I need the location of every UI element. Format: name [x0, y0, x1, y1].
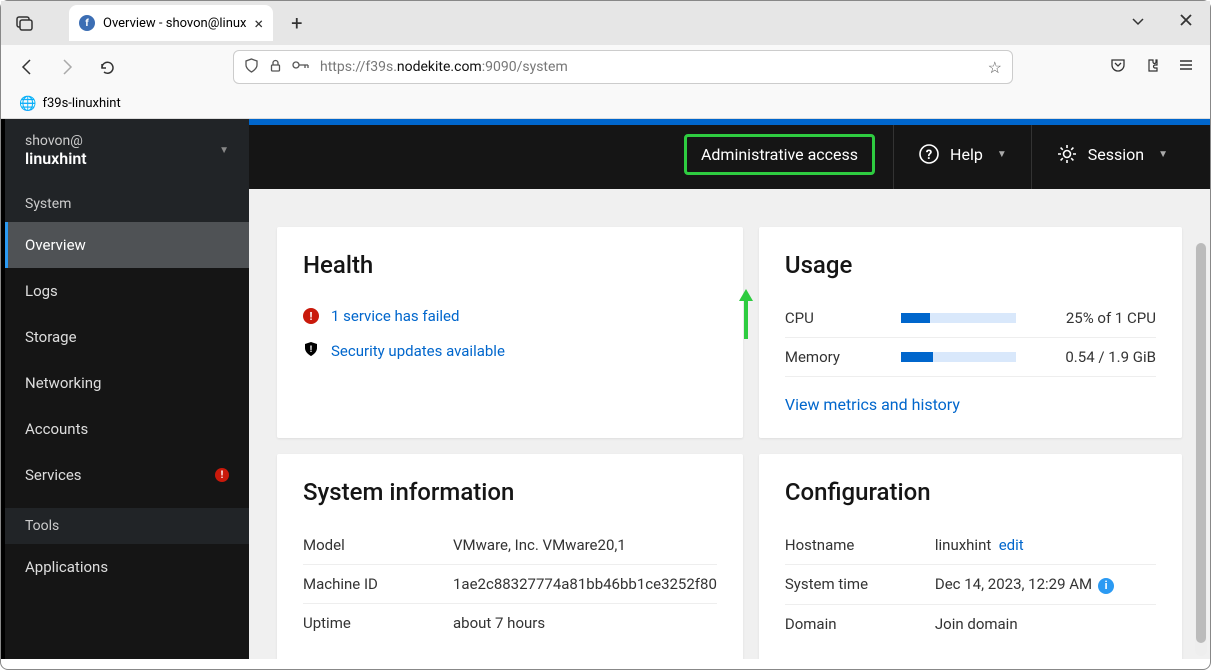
- hostname-value: linuxhint edit: [935, 536, 1156, 554]
- content: Health ! 1 service has failed ! Security…: [249, 189, 1210, 659]
- hostname-label: Hostname: [785, 536, 915, 554]
- metrics-link[interactable]: View metrics and history: [785, 395, 1156, 414]
- sidebar-host: linuxhint: [25, 149, 87, 168]
- pocket-icon[interactable]: [1110, 57, 1126, 77]
- accent-strip: [249, 119, 1210, 125]
- chevron-down-icon: ▼: [997, 149, 1007, 160]
- health-failed-link[interactable]: 1 service has failed: [331, 307, 459, 325]
- help-icon: ?: [918, 143, 940, 165]
- url-text: https://f39s.nodekite.com:9090/system: [320, 59, 978, 75]
- gear-icon: [1056, 143, 1078, 165]
- config-card: Configuration Hostname linuxhint edit Sy…: [759, 454, 1182, 659]
- minimize-icon[interactable]: [1131, 14, 1145, 32]
- cpu-label: CPU: [785, 309, 885, 327]
- chevron-down-icon: ▼: [219, 145, 229, 156]
- join-domain-link[interactable]: Join domain: [935, 615, 1156, 633]
- info-label: Uptime: [303, 614, 433, 632]
- fedora-icon: f: [79, 15, 95, 31]
- memory-progress: [901, 352, 1016, 362]
- edit-hostname-link[interactable]: edit: [999, 536, 1024, 554]
- bookmark-star-icon[interactable]: ☆: [988, 58, 1002, 77]
- back-button[interactable]: [13, 53, 41, 81]
- tab-title: Overview - shovon@linux: [103, 16, 247, 31]
- url-bar: https://f39s.nodekite.com:9090/system ☆: [1, 45, 1210, 89]
- sidebar-item-networking[interactable]: Networking: [5, 360, 249, 406]
- sidebar-item-storage[interactable]: Storage: [5, 314, 249, 360]
- info-value: 1ae2c88327774a81bb46bb1ce3252f80: [453, 575, 717, 593]
- scrollbar[interactable]: [1195, 243, 1207, 656]
- systime-label: System time: [785, 575, 915, 594]
- sysinfo-title: System information: [303, 478, 717, 506]
- topbar: Administrative access ? Help ▼ Session ▼: [249, 119, 1210, 189]
- admin-access-button[interactable]: Administrative access: [684, 134, 875, 175]
- sidebar-item-logs[interactable]: Logs: [5, 268, 249, 314]
- main-area: Administrative access ? Help ▼ Session ▼…: [249, 119, 1210, 659]
- security-shield-icon: !: [303, 341, 319, 361]
- new-tab-button[interactable]: +: [291, 11, 302, 35]
- alert-badge-icon: !: [215, 468, 229, 482]
- cockpit-app: shovon@ linuxhint ▼ System Overview Logs…: [1, 119, 1210, 659]
- browser-chrome: f Overview - shovon@linux × + https://f3…: [1, 1, 1210, 119]
- menu-icon[interactable]: [1178, 57, 1194, 77]
- extensions-icon[interactable]: [1144, 57, 1160, 77]
- memory-label: Memory: [785, 348, 885, 366]
- info-value: about 7 hours: [453, 614, 717, 632]
- config-title: Configuration: [785, 478, 1156, 506]
- info-label: Machine ID: [303, 575, 433, 593]
- shield-icon: [244, 58, 259, 77]
- scrollbar-thumb[interactable]: [1196, 243, 1206, 643]
- cpu-value: 25% of 1 CPU: [1066, 309, 1156, 327]
- cpu-progress: [901, 313, 1016, 323]
- key-icon: [292, 59, 310, 75]
- usage-title: Usage: [785, 251, 1156, 279]
- globe-icon: 🌐: [19, 96, 36, 112]
- sidebar-nav: Overview Logs Storage Networking Account…: [5, 222, 249, 498]
- window-controls: [1131, 14, 1202, 32]
- bookmark-bar: 🌐 f39s-linuxhint: [1, 89, 1210, 119]
- health-security-link[interactable]: Security updates available: [331, 342, 505, 360]
- sidebar-item-services[interactable]: Services!: [5, 452, 249, 498]
- health-failed: ! 1 service has failed: [303, 299, 717, 333]
- usage-card: Usage CPU 25% of 1 CPU Memory 0.54 / 1.9…: [759, 227, 1182, 438]
- info-icon: i: [1098, 578, 1114, 594]
- session-menu[interactable]: Session ▼: [1031, 119, 1192, 189]
- svg-text:!: !: [310, 345, 312, 355]
- forward-button[interactable]: [53, 53, 81, 81]
- sidebar-header[interactable]: shovon@ linuxhint ▼: [5, 119, 249, 186]
- browser-tab[interactable]: f Overview - shovon@linux ×: [69, 5, 273, 41]
- sysinfo-card: System information Model VMware, Inc. VMw…: [277, 454, 743, 659]
- url-input[interactable]: https://f39s.nodekite.com:9090/system ☆: [233, 50, 1013, 84]
- health-card: Health ! 1 service has failed ! Security…: [277, 227, 743, 438]
- help-menu[interactable]: ? Help ▼: [893, 119, 1031, 189]
- reload-button[interactable]: [93, 53, 121, 81]
- close-window-icon[interactable]: [1180, 14, 1192, 32]
- bookmark-item[interactable]: f39s-linuxhint: [42, 96, 120, 111]
- domain-label: Domain: [785, 615, 915, 633]
- systime-link[interactable]: Dec 14, 2023, 12:29 AMi: [935, 575, 1156, 594]
- svg-text:?: ?: [926, 148, 932, 163]
- lock-icon: [269, 59, 282, 76]
- tab-overview-icon[interactable]: [9, 7, 41, 39]
- sidebar: shovon@ linuxhint ▼ System Overview Logs…: [1, 119, 249, 659]
- close-icon[interactable]: ×: [255, 14, 264, 33]
- health-security: ! Security updates available: [303, 333, 717, 369]
- chevron-down-icon: ▼: [1158, 149, 1168, 160]
- sidebar-item-accounts[interactable]: Accounts: [5, 406, 249, 452]
- sidebar-user: shovon@: [25, 133, 87, 149]
- info-label: Model: [303, 536, 433, 554]
- sidebar-item-applications[interactable]: Applications: [5, 544, 249, 590]
- info-value: VMware, Inc. VMware20,1: [453, 536, 717, 554]
- tab-bar: f Overview - shovon@linux × +: [1, 1, 1210, 45]
- health-title: Health: [303, 251, 717, 279]
- sidebar-item-overview[interactable]: Overview: [5, 222, 249, 268]
- error-icon: !: [303, 308, 319, 324]
- sidebar-section-tools: Tools: [5, 508, 249, 544]
- sidebar-section-system: System: [5, 186, 249, 222]
- memory-value: 0.54 / 1.9 GiB: [1065, 348, 1156, 366]
